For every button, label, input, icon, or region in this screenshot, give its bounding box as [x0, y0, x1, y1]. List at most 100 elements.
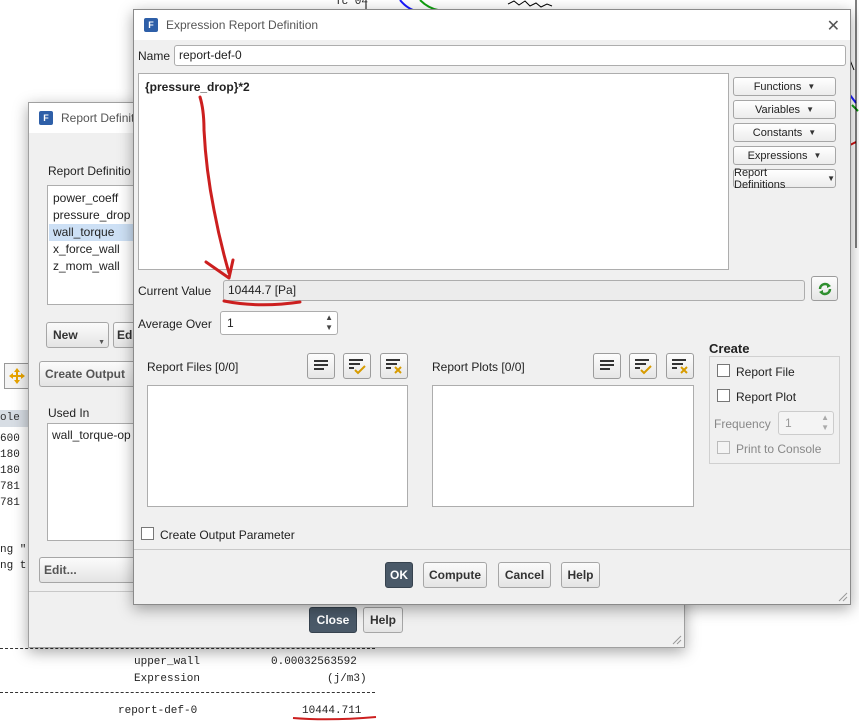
- report-files-list[interactable]: [147, 385, 408, 507]
- chevron-down-icon: ▼: [807, 82, 816, 91]
- console-divider: [0, 648, 375, 649]
- report-definitions-dropdown-label: Report Definitions: [734, 166, 786, 191]
- console-row-name: report-def-0: [118, 705, 198, 717]
- tc-label: Tc 04: [335, 0, 369, 8]
- console-text-line: ng ": [0, 544, 27, 556]
- console-value: 180: [0, 465, 20, 477]
- list-item[interactable]: x_force_wall: [49, 241, 136, 258]
- list-item[interactable]: wall_torque: [49, 224, 136, 241]
- spinner-down-icon: ▼: [821, 423, 829, 432]
- console-row-name: Expression: [134, 673, 201, 685]
- list-item[interactable]: z_mom_wall: [49, 258, 136, 275]
- report-plots-list-button[interactable]: [593, 353, 621, 379]
- list-item[interactable]: wall_torque-op: [52, 428, 136, 442]
- report-definitions-dropdown[interactable]: Report Definitions ▼: [733, 166, 836, 191]
- chevron-down-icon: ▼: [827, 174, 835, 183]
- report-definitions-label: Report Definitio: [48, 164, 131, 178]
- console-value: 180: [0, 449, 20, 461]
- current-value-field: 10444.7 [Pa]: [223, 280, 805, 301]
- cancel-button-label: Cancel: [504, 568, 545, 582]
- name-input-value: report-def-0: [179, 48, 242, 62]
- move-tool-icon[interactable]: [4, 363, 30, 389]
- console-value: 600: [0, 433, 20, 445]
- report-file-checkbox[interactable]: [717, 364, 730, 377]
- refresh-button[interactable]: [811, 276, 838, 301]
- report-plot-checkbox-label: Report Plot: [736, 390, 797, 404]
- new-button-label: New: [53, 328, 78, 342]
- console-divider: [0, 692, 375, 693]
- report-plots-deselect-button[interactable]: [666, 353, 694, 379]
- list-item[interactable]: pressure_drop: [49, 207, 136, 224]
- deselect-all-icon: [672, 359, 688, 374]
- average-over-label: Average Over: [138, 317, 212, 331]
- expression-window-titlebar: F Expression Report Definition ✕: [134, 10, 850, 40]
- close-button-label: Close: [316, 613, 350, 627]
- report-files-label: Report Files [0/0]: [147, 360, 239, 374]
- edit-button-label: Edit...: [44, 563, 77, 577]
- expressions-dropdown[interactable]: Expressions ▼: [733, 146, 836, 165]
- compute-button[interactable]: Compute: [423, 562, 487, 588]
- help-button[interactable]: Help: [561, 562, 600, 588]
- report-plots-list[interactable]: [432, 385, 694, 507]
- cancel-button[interactable]: Cancel: [498, 562, 551, 588]
- console-row-value: 0.00032563592: [271, 656, 357, 668]
- chevron-down-icon: ▼: [813, 151, 822, 160]
- name-input[interactable]: report-def-0: [174, 45, 846, 66]
- expression-editor[interactable]: {pressure_drop}*2: [138, 73, 729, 270]
- compute-button-label: Compute: [429, 568, 481, 582]
- deselect-all-icon: [386, 359, 402, 374]
- help-button-label: Help: [567, 568, 594, 582]
- current-value-text: 10444.7 [Pa]: [228, 283, 297, 297]
- new-button[interactable]: New ▼: [46, 322, 109, 348]
- functions-dropdown-label: Functions: [753, 80, 802, 93]
- constants-dropdown[interactable]: Constants ▼: [733, 123, 836, 142]
- help-button[interactable]: Help: [363, 607, 403, 633]
- expressions-dropdown-label: Expressions: [747, 149, 808, 162]
- variables-dropdown[interactable]: Variables ▼: [733, 100, 836, 119]
- report-files-deselect-button[interactable]: [380, 353, 408, 379]
- variables-dropdown-label: Variables: [755, 103, 801, 116]
- console-value: 781: [0, 481, 20, 493]
- functions-dropdown[interactable]: Functions ▼: [733, 77, 836, 96]
- spinner-down-icon[interactable]: ▼: [325, 323, 333, 332]
- select-all-icon: [635, 359, 652, 375]
- report-files-list-button[interactable]: [307, 353, 335, 379]
- help-button-label: Help: [369, 613, 396, 627]
- resize-grip-icon[interactable]: [670, 633, 682, 645]
- resize-grip-icon[interactable]: [836, 590, 848, 602]
- list-icon: [600, 360, 614, 370]
- print-to-console-checkbox: [717, 441, 730, 454]
- spinner-up-icon: ▲: [821, 413, 829, 422]
- ok-button-label: OK: [390, 568, 408, 582]
- spinner-up-icon[interactable]: ▲: [325, 313, 333, 322]
- report-plots-select-all-button[interactable]: [629, 353, 657, 379]
- chevron-down-icon: ▼: [806, 105, 814, 114]
- console-row-name: upper_wall: [134, 656, 201, 668]
- current-value-label: Current Value: [138, 284, 212, 298]
- create-output-button[interactable]: Create Output: [39, 361, 139, 387]
- report-plot-checkbox[interactable]: [717, 389, 730, 402]
- divider: [134, 549, 850, 550]
- name-label: Name: [138, 49, 171, 63]
- list-item[interactable]: power_coeff: [49, 190, 136, 207]
- frequency-spinner: 1 ▲ ▼: [778, 411, 834, 435]
- list-icon: [314, 360, 328, 370]
- select-all-icon: [349, 359, 366, 375]
- expression-report-definition-window: F Expression Report Definition ✕ Name re…: [133, 9, 851, 605]
- report-files-select-all-button[interactable]: [343, 353, 371, 379]
- report-definitions-list[interactable]: power_coeff pressure_drop wall_torque x_for…: [47, 185, 137, 305]
- frequency-label: Frequency: [714, 417, 771, 431]
- report-file-checkbox-label: Report File: [736, 365, 795, 379]
- window-title: Expression Report Definition: [166, 18, 319, 32]
- used-in-list[interactable]: wall_torque-op: [47, 423, 137, 541]
- create-output-parameter-checkbox[interactable]: [141, 527, 154, 540]
- close-icon[interactable]: ✕: [827, 16, 840, 36]
- console-value: 781: [0, 497, 20, 509]
- ok-button[interactable]: OK: [385, 562, 413, 588]
- console-text-line: ng t: [0, 560, 27, 572]
- close-button[interactable]: Close: [309, 607, 357, 633]
- refresh-icon: [818, 282, 831, 295]
- average-over-spinner[interactable]: 1 ▲ ▼: [220, 311, 338, 335]
- edit-button[interactable]: Edit...: [39, 557, 139, 583]
- fluent-app-icon: F: [144, 18, 158, 32]
